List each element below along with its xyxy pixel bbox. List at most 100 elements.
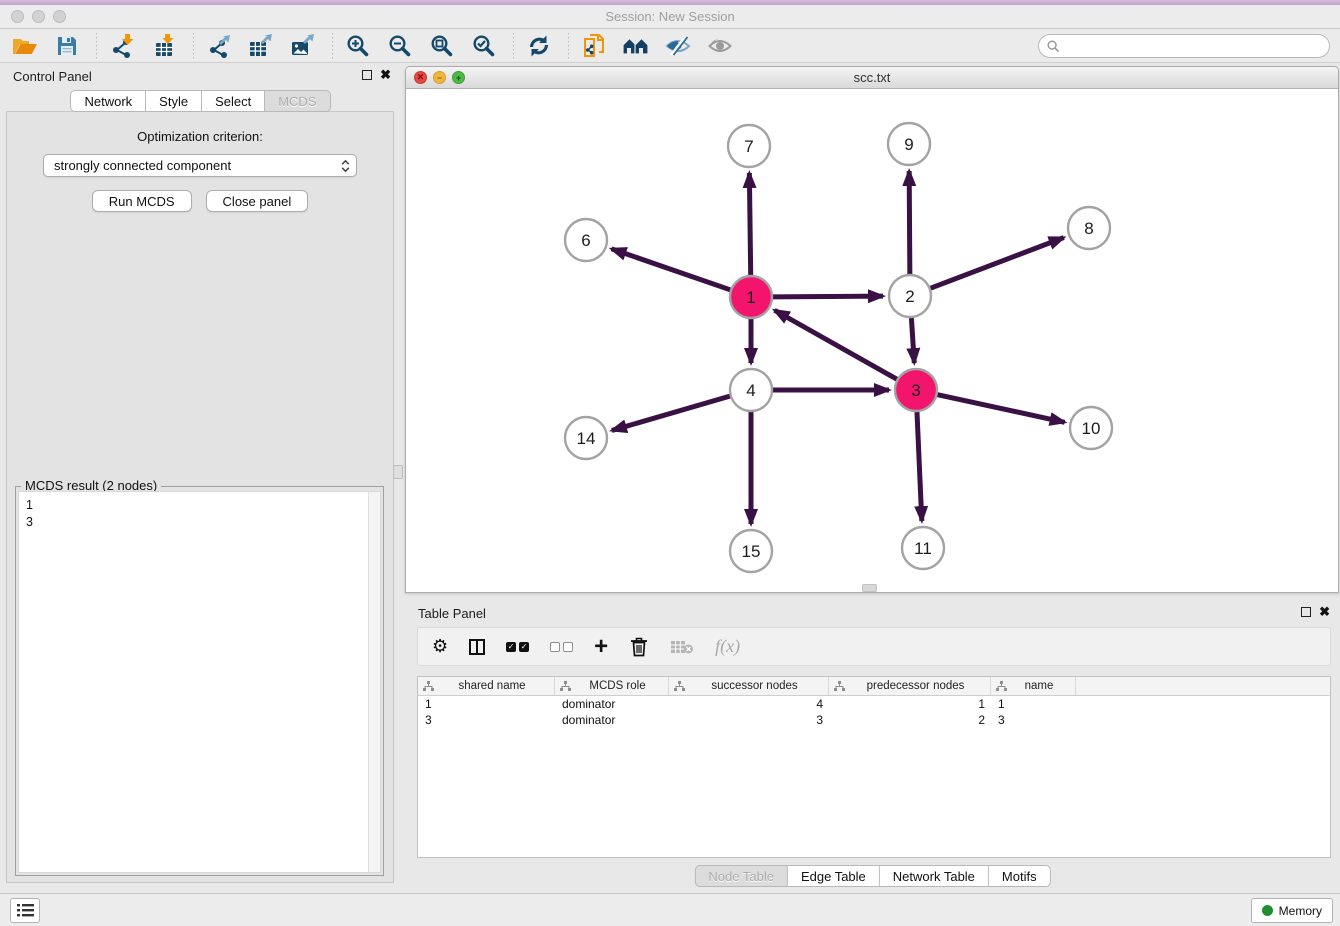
table-cell[interactable]: dominator: [555, 712, 669, 728]
export-image-icon[interactable]: [288, 32, 318, 60]
close-panel-button[interactable]: Close panel: [206, 190, 309, 212]
column-header-label: predecessor nodes: [845, 680, 990, 692]
toolbar-separator: [193, 33, 194, 59]
import-network-glyph: [110, 34, 134, 58]
add-row-icon[interactable]: +: [594, 638, 608, 656]
table-header-row[interactable]: shared nameMCDS role successor nodes prede…: [418, 677, 1330, 696]
table-cell[interactable]: 1: [418, 696, 555, 712]
zoom-out-icon[interactable]: [385, 32, 415, 60]
magnifier-check-glyph: [472, 34, 496, 58]
task-history-button[interactable]: [10, 898, 40, 923]
table-cell[interactable]: dominator: [555, 696, 669, 712]
zoom-in-icon[interactable]: [343, 32, 373, 60]
table-settings-icon[interactable]: ⚙: [432, 636, 448, 657]
search-box[interactable]: [1038, 34, 1330, 58]
graph-node-label-4: 4: [746, 381, 755, 400]
export-table-icon[interactable]: [246, 32, 276, 60]
graph-edge-1-6[interactable]: [612, 249, 731, 290]
column-header-successor-nodes[interactable]: successor nodes: [669, 677, 829, 695]
column-header-label: shared name: [434, 680, 554, 692]
refresh-glyph: [527, 34, 551, 58]
graph-svg: 7968124314101511: [406, 89, 1338, 592]
column-header-name[interactable]: name: [991, 677, 1076, 695]
deselect-all-icon[interactable]: [550, 642, 573, 652]
export-table-glyph: [248, 34, 274, 58]
import-network-icon[interactable]: [107, 32, 137, 60]
zoom-fit-icon[interactable]: [427, 32, 457, 60]
network-window-titlebar[interactable]: ✕ − + scc.txt: [406, 67, 1338, 89]
graph-node-label-7: 7: [744, 137, 753, 156]
toolbar-separator: [568, 33, 569, 59]
table-cell[interactable]: 3: [418, 712, 555, 728]
control-panel-tabs: Network Style Select MCDS: [0, 90, 401, 112]
float-table-panel-icon[interactable]: [1301, 607, 1311, 617]
import-table-icon[interactable]: [149, 32, 179, 60]
column-chooser-icon[interactable]: [469, 639, 485, 655]
table-cell[interactable]: 3: [991, 712, 1076, 728]
tab-node-table[interactable]: Node Table: [694, 865, 788, 887]
graph-edge-1-7[interactable]: [749, 173, 750, 275]
node-table[interactable]: shared nameMCDS role successor nodes prede…: [417, 676, 1331, 858]
zoom-selected-icon[interactable]: [469, 32, 499, 60]
tab-select[interactable]: Select: [202, 90, 265, 112]
float-panel-icon[interactable]: [362, 70, 372, 80]
show-all-icon[interactable]: [705, 32, 735, 60]
two-houses-glyph: [622, 35, 650, 57]
export-network-icon[interactable]: [204, 32, 234, 60]
table-tabs: Node Table Edge Table Network Table Moti…: [694, 865, 1050, 887]
toolbar-separator: [332, 33, 333, 59]
open-session-icon[interactable]: [10, 32, 40, 60]
table-cell[interactable]: 2: [829, 712, 991, 728]
trash-icon: [629, 636, 649, 657]
graph-edge-2-3[interactable]: [911, 318, 914, 363]
table-row[interactable]: 3dominator323: [418, 712, 1330, 728]
column-header-predecessor-nodes[interactable]: predecessor nodes: [829, 677, 991, 695]
graph-edge-3-10[interactable]: [937, 395, 1064, 423]
optimization-criterion-select[interactable]: strongly connected component: [43, 154, 357, 177]
new-network-from-selection-icon[interactable]: [579, 32, 609, 60]
graph-node-label-1: 1: [746, 288, 755, 307]
column-header-MCDS-role[interactable]: MCDS role: [555, 677, 669, 695]
graph-edge-4-14[interactable]: [612, 396, 730, 430]
network-canvas[interactable]: 7968124314101511: [406, 89, 1338, 592]
column-type-icon: [834, 681, 845, 692]
main-toolbar: [0, 30, 1340, 63]
mcds-result-groupbox: MCDS result (2 nodes) 1 3: [15, 486, 384, 876]
tab-mcds[interactable]: MCDS: [265, 90, 330, 112]
vertical-splitter-handle[interactable]: [393, 465, 403, 479]
graph-edge-3-11[interactable]: [917, 412, 922, 521]
run-mcds-button[interactable]: Run MCDS: [92, 190, 192, 212]
select-all-icon[interactable]: ✓✓: [506, 642, 529, 652]
save-session-icon[interactable]: [52, 32, 82, 60]
graph-edge-2-9[interactable]: [909, 171, 910, 274]
tab-network-table[interactable]: Network Table: [880, 865, 989, 887]
table-cell[interactable]: 4: [669, 696, 829, 712]
graph-edge-2-8[interactable]: [931, 238, 1064, 289]
close-panel-icon[interactable]: ✖: [380, 70, 391, 80]
search-input[interactable]: [1065, 39, 1329, 53]
table-cell[interactable]: 3: [669, 712, 829, 728]
column-header-label: successor nodes: [685, 680, 828, 692]
delete-row-icon[interactable]: [629, 636, 649, 657]
tab-motifs[interactable]: Motifs: [989, 865, 1051, 887]
apply-preferred-layout-icon[interactable]: [524, 32, 554, 60]
first-neighbors-icon[interactable]: [621, 32, 651, 60]
graph-edge-1-2[interactable]: [773, 296, 883, 297]
table-panel-header: Table Panel ✖: [405, 600, 1340, 627]
table-cell[interactable]: 1: [829, 696, 991, 712]
magnifier-plus-glyph: [346, 34, 370, 58]
memory-button[interactable]: Memory: [1251, 898, 1333, 923]
tab-style[interactable]: Style: [146, 90, 202, 112]
table-row[interactable]: 1dominator411: [418, 696, 1330, 712]
table-delete-glyph: [670, 639, 694, 655]
hide-selected-icon[interactable]: [663, 32, 693, 60]
graph-edge-3-1[interactable]: [775, 310, 897, 379]
mcds-result-scrollbar[interactable]: [368, 492, 380, 872]
graph-node-label-6: 6: [581, 231, 590, 250]
tab-network[interactable]: Network: [70, 90, 146, 112]
table-cell[interactable]: 1: [991, 696, 1076, 712]
close-table-panel-icon[interactable]: ✖: [1319, 607, 1330, 617]
horizontal-splitter-handle[interactable]: [862, 584, 877, 592]
column-header-shared-name[interactable]: shared name: [418, 677, 555, 695]
tab-edge-table[interactable]: Edge Table: [788, 865, 880, 887]
